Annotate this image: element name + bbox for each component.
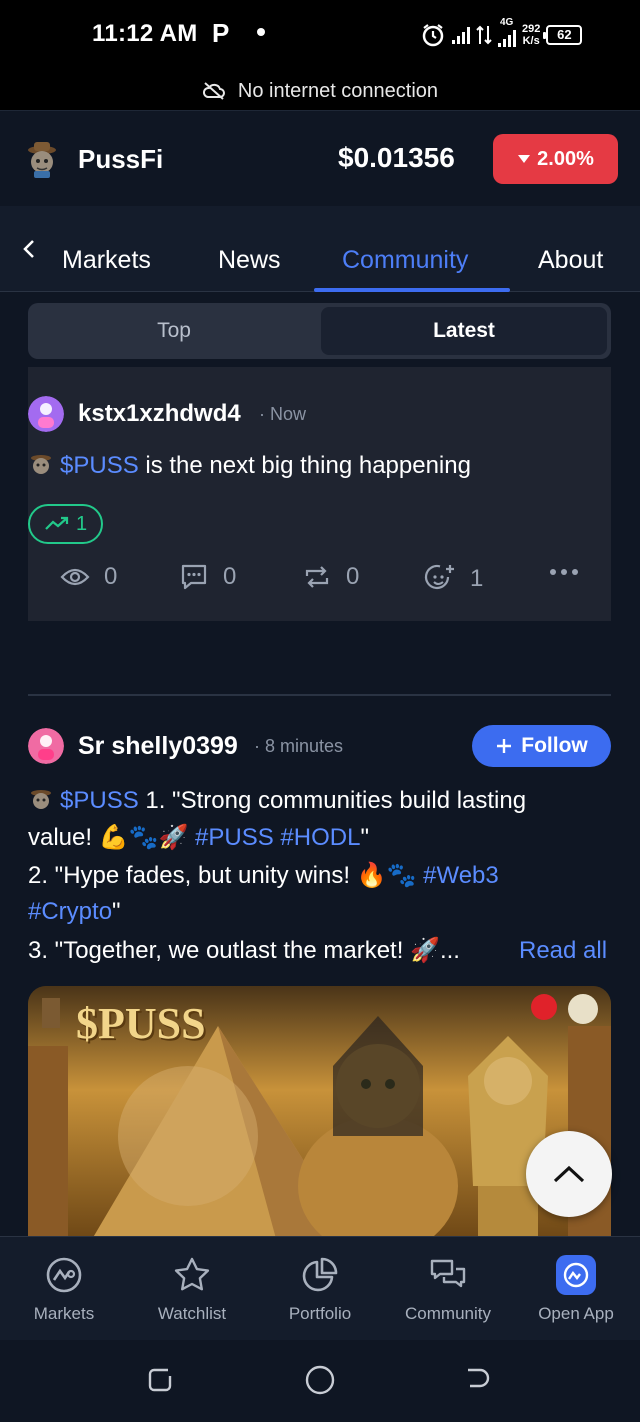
- post-text-line: #Crypto": [28, 898, 121, 925]
- trending-up-icon: [45, 516, 69, 530]
- nav-markets[interactable]: Markets: [0, 1237, 128, 1341]
- data-transfer-icon: [476, 25, 492, 45]
- post-text-line: $PUSS 1. "Strong communities build lasti…: [28, 786, 526, 815]
- read-all-link[interactable]: Read all: [519, 937, 607, 965]
- tab-news[interactable]: News: [218, 246, 281, 275]
- eye-icon: [60, 568, 90, 586]
- coin-price: $0.01356: [338, 142, 455, 173]
- hashtag-link[interactable]: #Crypto: [28, 898, 112, 925]
- react-button[interactable]: 1: [424, 563, 483, 595]
- system-navigation-bar: [0, 1340, 640, 1422]
- post-text-line: 3. "Together, we outlast the market! 🚀..…: [28, 937, 460, 964]
- more-options-button[interactable]: [549, 567, 579, 577]
- active-tab-indicator: [314, 288, 510, 292]
- signal-4g-icon: 4G: [498, 17, 516, 47]
- segment-top[interactable]: Top: [28, 303, 320, 359]
- tab-about[interactable]: About: [538, 246, 603, 275]
- post-timestamp: · 8 minutes: [254, 736, 344, 756]
- image-title: $PUSS: [76, 999, 206, 1048]
- home-icon[interactable]: [304, 1364, 336, 1396]
- post-card[interactable]: kstx1xzhdwd4 · Now $PUSS is the next big…: [28, 367, 611, 621]
- back-button[interactable]: [14, 234, 44, 264]
- coin-logo-icon: [28, 142, 56, 178]
- views-stat: 0: [60, 563, 117, 591]
- caret-down-icon: [518, 155, 531, 163]
- nav-open-app[interactable]: Open App: [512, 1237, 640, 1341]
- coin-name: PussFi: [78, 144, 164, 174]
- hashtag-link[interactable]: #PUSS #HODL: [195, 824, 360, 851]
- signal-icon: [452, 26, 470, 44]
- nav-community[interactable]: Community: [384, 1237, 512, 1341]
- post-text-line: 2. "Hype fades, but unity wins! 🔥🐾 #Web3: [28, 862, 499, 889]
- price-change-value: 2.00%: [537, 147, 594, 170]
- status-bar: 11:12 AM P 4G 292 K/s 62: [0, 0, 640, 72]
- plus-icon: [497, 739, 512, 753]
- tab-markets[interactable]: Markets: [62, 246, 151, 275]
- alarm-icon: [422, 24, 444, 47]
- system-icons: 4G 292 K/s 62: [420, 17, 583, 50]
- parking-app-icon: P: [212, 18, 230, 48]
- cashtag-link[interactable]: $PUSS: [60, 787, 139, 814]
- app-logo-icon: [556, 1255, 596, 1295]
- nav-watchlist[interactable]: Watchlist: [128, 1237, 256, 1341]
- trending-chip[interactable]: 1: [28, 504, 103, 544]
- notification-dot-icon: [257, 28, 265, 36]
- chevron-up-icon: [553, 1165, 585, 1183]
- status-time: 11:12 AM: [92, 20, 198, 47]
- badge-icon: [531, 994, 557, 1020]
- more-horizontal-icon: [550, 569, 578, 575]
- post-image[interactable]: $PUSS: [28, 986, 611, 1246]
- post-text: $PUSS is the next big thing happening: [28, 451, 471, 480]
- sticker-icon: [568, 994, 598, 1024]
- tab-community[interactable]: Community: [342, 246, 468, 275]
- puss-coin-icon: [31, 455, 51, 474]
- hashtag-link[interactable]: #Web3: [423, 862, 499, 889]
- emoji-add-icon: [424, 564, 454, 590]
- repost-button[interactable]: 0: [302, 563, 359, 591]
- back-nav-icon[interactable]: [464, 1366, 492, 1394]
- post-divider: [28, 694, 611, 696]
- chevron-left-icon: [23, 240, 34, 258]
- coin-header: PussFi $0.01356 2.00%: [0, 110, 640, 206]
- comment-icon: [181, 564, 207, 590]
- section-tabs: Markets News Community About: [0, 206, 640, 292]
- sort-segment-control: Top Latest: [28, 303, 611, 359]
- post-timestamp: · Now: [259, 404, 307, 424]
- star-icon: [172, 1255, 212, 1295]
- comments-button[interactable]: 0: [179, 563, 236, 591]
- markets-logo-icon: [44, 1255, 84, 1295]
- offline-text: No internet connection: [237, 79, 439, 102]
- post-username[interactable]: kstx1xzhdwd4: [78, 400, 241, 428]
- offline-banner: No internet connection: [0, 72, 640, 110]
- recents-icon[interactable]: [146, 1366, 174, 1394]
- repost-icon: [305, 566, 329, 588]
- pie-chart-icon: [300, 1255, 340, 1295]
- puss-coin-icon: [31, 790, 51, 809]
- bottom-navigation: Markets Watchlist Portfolio Community Op…: [0, 1236, 640, 1340]
- post-text-line: value! 💪🐾🚀 #PUSS #HODL": [28, 824, 369, 851]
- battery-icon: 62: [543, 25, 583, 45]
- segment-latest[interactable]: Latest: [321, 307, 607, 355]
- network-speed: 292 K/s: [522, 23, 541, 47]
- scroll-to-top-button[interactable]: [526, 1131, 612, 1217]
- post-username[interactable]: Sr shelly0399: [78, 732, 238, 761]
- user-avatar[interactable]: [28, 728, 64, 764]
- follow-button[interactable]: Follow: [472, 725, 611, 767]
- nav-portfolio[interactable]: Portfolio: [256, 1237, 384, 1341]
- price-change-badge: 2.00%: [493, 134, 618, 184]
- chat-bubbles-icon: [428, 1255, 468, 1295]
- cashtag-link[interactable]: $PUSS: [60, 452, 139, 479]
- cloud-off-icon: [202, 82, 225, 100]
- user-avatar[interactable]: [28, 396, 64, 432]
